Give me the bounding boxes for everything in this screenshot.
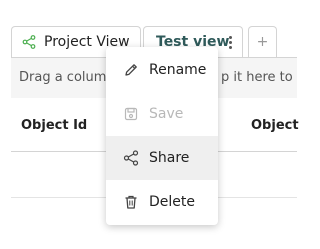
- menu-item-rename-label: Rename: [149, 62, 207, 78]
- group-by-hint: Drag a colum: [19, 70, 107, 85]
- menu-item-rename[interactable]: Rename: [106, 48, 218, 92]
- column-header-object[interactable]: Object: [251, 118, 299, 133]
- group-by-hint-right: p it here to g: [221, 70, 297, 85]
- save-icon: [123, 106, 139, 122]
- menu-item-save-label: Save: [149, 106, 184, 122]
- menu-item-delete[interactable]: Delete: [106, 180, 218, 224]
- kebab-menu-icon[interactable]: [229, 36, 232, 51]
- column-header-object-id[interactable]: Object Id: [21, 118, 87, 133]
- add-tab-button[interactable]: +: [248, 26, 277, 57]
- pencil-icon: [123, 62, 139, 78]
- share-icon: [22, 35, 36, 49]
- share-icon: [123, 150, 139, 166]
- tab-context-menu: Rename Save Share Delete: [106, 47, 218, 225]
- menu-item-delete-label: Delete: [149, 194, 195, 210]
- menu-item-share[interactable]: Share: [106, 136, 218, 180]
- trash-icon: [123, 194, 139, 210]
- view-manager: Project View Test view + Drag a colum p …: [0, 0, 299, 249]
- menu-item-save[interactable]: Save: [106, 92, 218, 136]
- menu-item-share-label: Share: [149, 150, 190, 166]
- add-icon: +: [256, 34, 269, 50]
